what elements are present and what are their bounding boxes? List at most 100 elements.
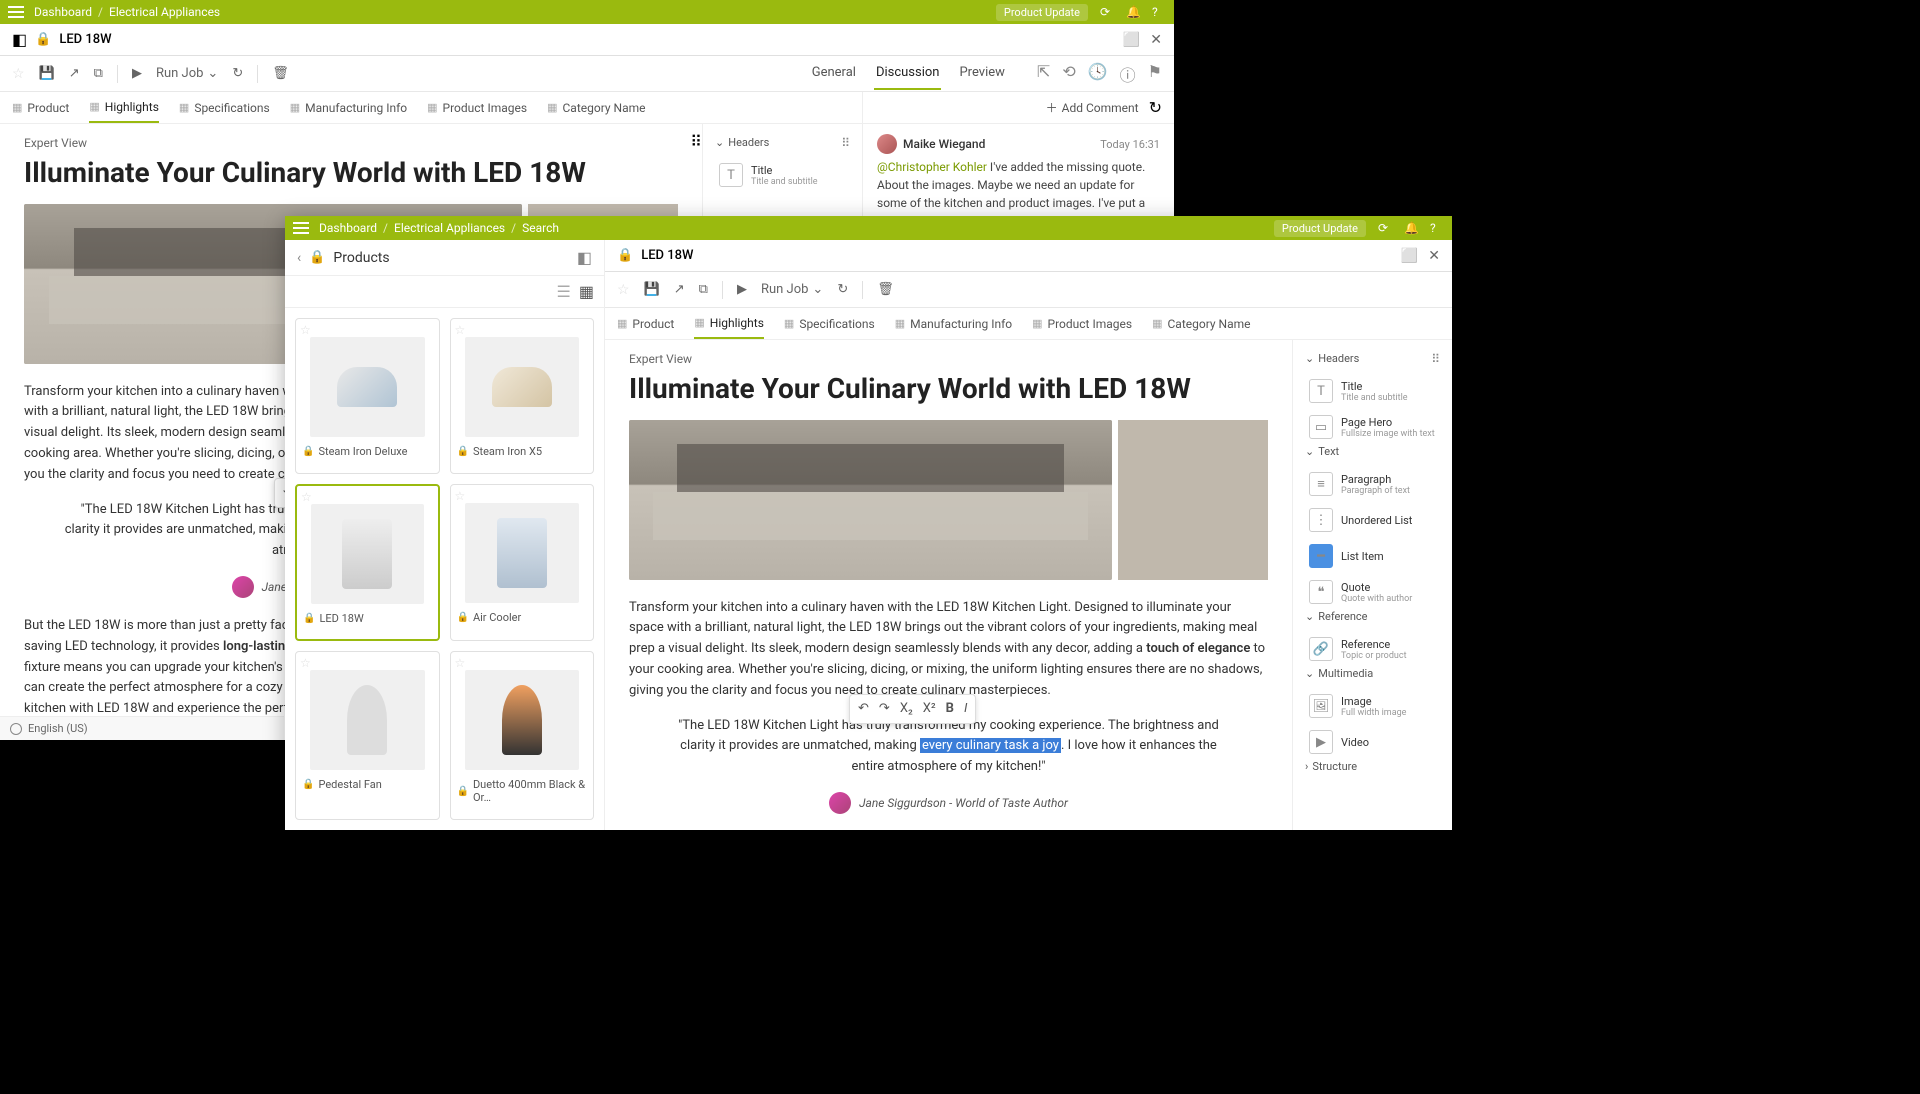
language-bar[interactable]: English (US): [0, 716, 284, 740]
tab-highlights[interactable]: ▦Highlights: [89, 93, 159, 123]
section-headers[interactable]: ⌄Headers: [1305, 352, 1431, 365]
tab-highlights[interactable]: ▦Highlights: [694, 309, 764, 339]
tab-preview[interactable]: Preview: [957, 57, 1006, 90]
quote-block[interactable]: ↶ ↷ X₂ X² B I "The LED 18W Kitchen Light…: [669, 716, 1228, 778]
highlighted-text[interactable]: every culinary task a joy: [920, 738, 1061, 753]
play-icon[interactable]: ▶: [132, 66, 142, 81]
back-icon[interactable]: ‹: [297, 250, 301, 266]
trash-icon[interactable]: 🗑: [877, 282, 894, 297]
undo-icon[interactable]: ↶: [858, 699, 869, 720]
tab-specifications[interactable]: ▦Specifications: [179, 94, 270, 122]
grid-view-icon[interactable]: ▦: [579, 282, 594, 301]
tab-discussion[interactable]: Discussion: [874, 57, 942, 90]
product-card[interactable]: ☆🔒LED 18W: [295, 484, 440, 642]
tab-product-images[interactable]: ▦Product Images: [1032, 310, 1132, 338]
product-update-pill[interactable]: Product Update: [996, 4, 1088, 21]
tab-category-name[interactable]: ▦Category Name: [547, 94, 645, 122]
product-card[interactable]: ☆🔒Steam Iron Deluxe: [295, 318, 440, 474]
run-job-button[interactable]: Run Job ⌄: [156, 66, 218, 81]
tab-category-name[interactable]: ▦Category Name: [1152, 310, 1250, 338]
section-text[interactable]: ⌄Text: [1305, 445, 1440, 458]
hero-image-secondary[interactable]: [1118, 420, 1268, 580]
refresh-comments-icon[interactable]: ↻: [1149, 98, 1162, 117]
grip-icon[interactable]: ⠿: [841, 136, 850, 150]
save-icon[interactable]: 💾: [644, 282, 660, 297]
redo-icon[interactable]: ↷: [879, 699, 890, 720]
star-icon[interactable]: ☆: [455, 323, 466, 337]
copy-icon[interactable]: ⧉: [94, 66, 103, 81]
block-title[interactable]: T TitleTitle and subtitle: [715, 157, 850, 193]
copy-icon[interactable]: ⧉: [699, 282, 708, 297]
product-update-pill[interactable]: Product Update: [1274, 220, 1366, 237]
history-icon[interactable]: 🕓: [1088, 62, 1108, 86]
tab-general[interactable]: General: [810, 57, 858, 90]
flag-icon[interactable]: ⚑: [1148, 62, 1162, 86]
sidebar-toggle-icon[interactable]: ◧: [12, 30, 27, 49]
maximize-icon[interactable]: ⬜: [1123, 32, 1140, 48]
crumb-dashboard[interactable]: Dashboard: [319, 221, 377, 235]
crumb-appliances[interactable]: Electrical Appliances: [109, 5, 220, 19]
play-icon[interactable]: ▶: [737, 282, 747, 297]
crumb-search[interactable]: Search: [522, 221, 559, 235]
star-icon[interactable]: ☆: [455, 489, 466, 503]
hamburger-icon[interactable]: [8, 6, 24, 18]
block-reference[interactable]: 🔗ReferenceTopic or product: [1305, 631, 1440, 667]
sync-icon[interactable]: ⟳: [1100, 5, 1114, 19]
tab-manufacturing[interactable]: ▦Manufacturing Info: [290, 94, 407, 122]
info-icon[interactable]: ⓘ: [1120, 62, 1136, 86]
product-card[interactable]: ☆🔒Air Cooler: [450, 484, 595, 642]
tab-product[interactable]: ▦Product: [12, 94, 69, 122]
refresh-icon[interactable]: ↻: [837, 282, 848, 297]
block-video[interactable]: ▶Video: [1305, 724, 1440, 760]
product-card[interactable]: ☆🔒Duetto 400mm Black & Or…: [450, 651, 595, 820]
help-icon[interactable]: ?: [1430, 221, 1444, 235]
block-image[interactable]: 🖼ImageFull width image: [1305, 688, 1440, 724]
save-icon[interactable]: 💾: [39, 66, 55, 81]
section-multimedia[interactable]: ⌄Multimedia: [1305, 667, 1440, 680]
bell-icon[interactable]: 🔔: [1126, 5, 1140, 19]
run-job-button[interactable]: Run Job ⌄: [761, 282, 823, 297]
open-external-icon[interactable]: ↗: [674, 282, 685, 297]
open-external-icon[interactable]: ↗: [69, 66, 80, 81]
superscript-icon[interactable]: X²: [923, 699, 936, 720]
tab-specifications[interactable]: ▦Specifications: [784, 310, 875, 338]
panel-toggle-icon[interactable]: ◧: [577, 248, 592, 267]
block-title[interactable]: TTitleTitle and subtitle: [1305, 373, 1440, 409]
star-icon[interactable]: ☆: [301, 490, 312, 504]
maximize-icon[interactable]: ⬜: [1401, 248, 1418, 264]
grid-icon[interactable]: ⠿: [690, 132, 702, 151]
tab-manufacturing[interactable]: ▦Manufacturing Info: [895, 310, 1012, 338]
paragraph-1[interactable]: Transform your kitchen into a culinary h…: [629, 598, 1268, 702]
help-icon[interactable]: ?: [1152, 5, 1166, 19]
close-icon[interactable]: ✕: [1428, 248, 1440, 264]
block-quote[interactable]: ❝QuoteQuote with author: [1305, 574, 1440, 610]
activity-icon[interactable]: ⟲: [1062, 62, 1075, 86]
bold-icon[interactable]: B: [946, 699, 954, 720]
block-page-hero[interactable]: ▭Page HeroFullsize image with text: [1305, 409, 1440, 445]
sync-icon[interactable]: ⟳: [1378, 221, 1392, 235]
hamburger-icon[interactable]: [293, 222, 309, 234]
section-structure[interactable]: ›Structure: [1305, 760, 1440, 773]
product-card[interactable]: ☆🔒Pedestal Fan: [295, 651, 440, 820]
star-icon[interactable]: ☆: [300, 656, 311, 670]
block-list-item[interactable]: ━List Item: [1305, 538, 1440, 574]
tab-product[interactable]: ▦Product: [617, 310, 674, 338]
grip-icon[interactable]: ⠿: [1431, 352, 1440, 366]
section-reference[interactable]: ⌄Reference: [1305, 610, 1440, 623]
star-icon[interactable]: ☆: [617, 282, 630, 298]
tab-product-images[interactable]: ▦Product Images: [427, 94, 527, 122]
star-icon[interactable]: ☆: [12, 66, 25, 82]
list-view-icon[interactable]: ☰: [557, 282, 571, 301]
mention[interactable]: @Christopher Kohler: [877, 160, 987, 174]
block-unordered-list[interactable]: ⋮Unordered List: [1305, 502, 1440, 538]
star-icon[interactable]: ☆: [455, 656, 466, 670]
subscript-icon[interactable]: X₂: [900, 699, 913, 720]
section-headers[interactable]: ⌄Headers: [715, 136, 841, 149]
crumb-appliances[interactable]: Electrical Appliances: [394, 221, 505, 235]
hero-image[interactable]: [629, 420, 1112, 580]
add-comment-button[interactable]: ＋Add Comment: [1046, 99, 1139, 116]
trash-icon[interactable]: 🗑: [272, 66, 289, 81]
star-icon[interactable]: ☆: [300, 323, 311, 337]
export-icon[interactable]: ⇱: [1037, 62, 1050, 86]
product-card[interactable]: ☆🔒Steam Iron X5: [450, 318, 595, 474]
